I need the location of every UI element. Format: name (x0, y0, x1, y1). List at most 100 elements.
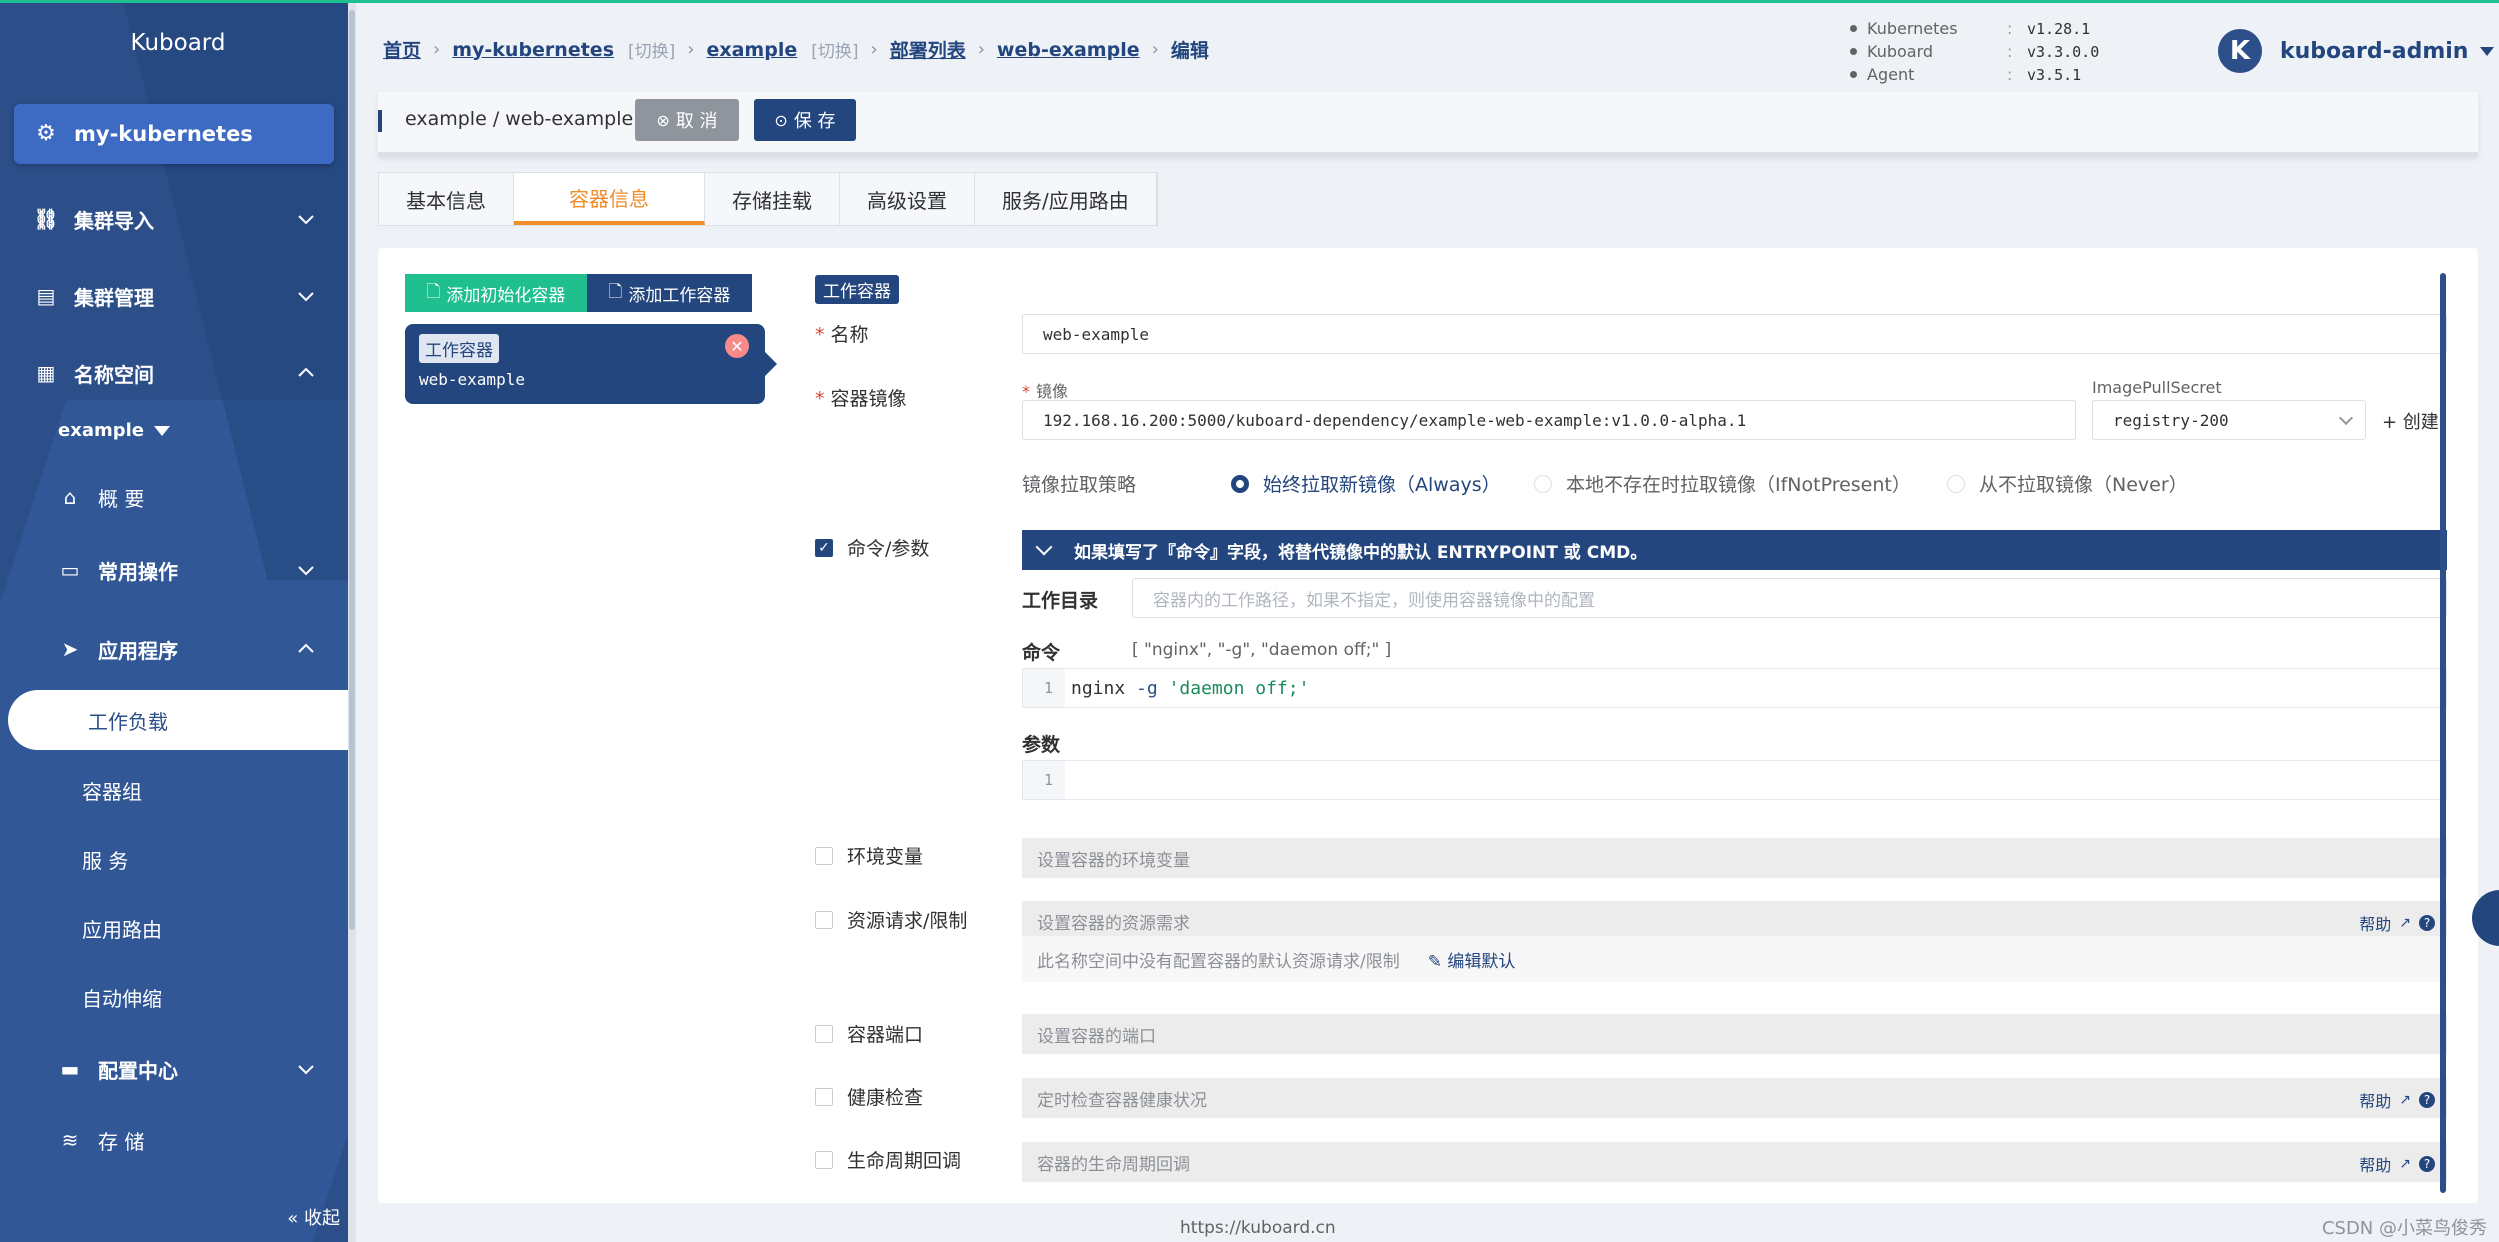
pull-secret-value: registry-200 (2113, 410, 2229, 430)
env-checkbox[interactable]: 环境变量 (815, 842, 923, 869)
help-link[interactable]: 帮助 ↗? (2359, 1152, 2435, 1176)
version-colon: : (2007, 65, 2013, 84)
external-link-icon: ↗ (2399, 1156, 2411, 1172)
tab-basic-info[interactable]: 基本信息 (379, 173, 514, 225)
chevron-right-icon: › (1151, 39, 1159, 60)
help-link[interactable]: 帮助 ↗? (2359, 911, 2435, 935)
sidebar-item-workloads[interactable]: 工作负载 (8, 690, 348, 750)
sidebar-item-storage[interactable]: ≋ 存 储 (0, 1115, 348, 1165)
banner-text: 如果填写了『命令』字段，将替代镜像中的默认 ENTRYPOINT 或 CMD。 (1074, 542, 1648, 563)
switch-namespace-link[interactable]: [切换] (811, 37, 858, 62)
code-string: 'daemon off;' (1168, 677, 1310, 699)
breadcrumb-namespace[interactable]: example (706, 39, 797, 61)
resources-checkbox[interactable]: 资源请求/限制 (815, 906, 967, 933)
sidebar-item-namespace[interactable]: ▦ 名称空间 (0, 348, 348, 398)
edit-default-link[interactable]: ✎ 编辑默认 (1428, 947, 1516, 972)
tab-service-ingress[interactable]: 服务/应用路由 (975, 173, 1157, 225)
pull-secret-select[interactable]: registry-200 (2092, 400, 2366, 440)
command-args-checkbox[interactable]: ✓ 命令/参数 (815, 534, 929, 561)
radio-circle (1231, 474, 1249, 493)
sidebar-item-services[interactable]: 服 务 (82, 845, 128, 874)
chevron-down-icon (2338, 410, 2354, 426)
sidebar-item-common-ops[interactable]: ▭ 常用操作 (0, 545, 348, 595)
sidebar-item-ingress[interactable]: 应用路由 (82, 914, 162, 943)
ports-checkbox[interactable]: 容器端口 (815, 1020, 923, 1047)
image-input[interactable]: 192.168.16.200:5000/kuboard-dependency/e… (1022, 400, 2076, 440)
name-input[interactable]: web-example (1022, 314, 2447, 354)
content-panel: 🗋 添加初始化容器 🗋 添加工作容器 工作容器 web-example ✕ 工作容器… (378, 248, 2478, 1203)
version-value: v3.5.1 (2027, 65, 2082, 84)
cancel-button[interactable]: ⊗ 取 消 (635, 99, 739, 141)
sidebar-item-cluster-manage[interactable]: ▤ 集群管理 (0, 271, 348, 321)
tab-container-info[interactable]: 容器信息 (514, 173, 705, 225)
sidebar-scrollbar[interactable] (348, 0, 356, 1242)
sidebar-item-label: 常用操作 (98, 559, 178, 584)
help-text: 帮助 (2359, 1092, 2392, 1111)
sidebar-item-apps[interactable]: ➤ 应用程序 (0, 624, 348, 674)
paper-plane-icon: ➤ (61, 637, 79, 661)
switch-cluster-link[interactable]: [切换] (628, 37, 675, 62)
name-label-text: 名称 (830, 324, 869, 346)
breadcrumb-deployments[interactable]: 部署列表 (890, 36, 966, 63)
workdir-input[interactable]: 容器内的工作路径，如果不指定，则使用容器镜像中的配置 (1132, 578, 2447, 618)
add-work-container-button[interactable]: 🗋 添加工作容器 (587, 274, 752, 312)
breadcrumb-home[interactable]: 首页 (383, 36, 421, 63)
create-secret-button[interactable]: + 创建 (2382, 408, 2439, 434)
content-scrollbar[interactable] (2440, 273, 2446, 1193)
args-editor[interactable]: 1 (1022, 760, 2447, 800)
breadcrumb: 首页 › my-kubernetes [切换] › example [切换] ›… (383, 36, 1209, 63)
namespace-select[interactable]: example (58, 420, 170, 441)
checkbox-box (815, 1024, 833, 1043)
sidebar-item-label: 配置中心 (98, 1058, 178, 1083)
pull-policy-ifnotpresent-radio[interactable]: 本地不存在时拉取镜像（IfNotPresent） (1534, 470, 1911, 497)
footer-url[interactable]: https://kuboard.cn (1180, 1218, 1336, 1238)
cluster-button[interactable]: ⚙ my-kubernetes (14, 104, 334, 164)
link-icon: ⛓ (33, 207, 59, 231)
caret-down-icon (153, 425, 170, 436)
pull-policy-never-radio[interactable]: 从不拉取镜像（Never） (1947, 470, 2188, 497)
sidebar-item-label: 名称空间 (74, 362, 154, 387)
title-accent (378, 110, 382, 132)
sidebar-scrollbar-thumb[interactable] (349, 10, 355, 930)
sidebar: Kuboard ⚙ my-kubernetes ⛓ 集群导入 ▤ 集群管理 ▦ … (0, 0, 356, 1242)
sidebar-item-config-center[interactable]: ▬ 配置中心 (0, 1044, 348, 1094)
save-button[interactable]: ⊙ 保 存 (754, 99, 856, 141)
sidebar-item-overview[interactable]: ⌂ 概 要 (0, 472, 348, 522)
user-menu[interactable]: K kuboard-admin (2218, 29, 2495, 73)
version-name: Agent (1867, 65, 1915, 84)
sidebar-item-pods[interactable]: 容器组 (82, 776, 142, 805)
breadcrumb-cluster[interactable]: my-kubernetes (452, 39, 614, 61)
health-checkbox[interactable]: 健康检查 (815, 1083, 923, 1110)
env-placeholder-bar[interactable]: 设置容器的环境变量 (1022, 838, 2447, 878)
checkbox-label: 资源请求/限制 (847, 910, 968, 932)
resources-note-text: 此名称空间中没有配置容器的默认资源请求/限制 (1037, 951, 1400, 972)
chevron-up-icon (298, 367, 314, 377)
add-init-container-button[interactable]: 🗋 添加初始化容器 (405, 274, 587, 312)
image-label: * 容器镜像 (815, 384, 907, 411)
ports-placeholder-bar[interactable]: 设置容器的端口 (1022, 1014, 2447, 1054)
sidebar-item-cluster-import[interactable]: ⛓ 集群导入 (0, 194, 348, 244)
sidebar-item-label: 集群管理 (74, 285, 154, 310)
pull-policy-always-radio[interactable]: 始终拉取新镜像（Always） (1231, 470, 1501, 497)
pull-secret-label: ImagePullSecret (2092, 378, 2222, 397)
resources-placeholder-bar[interactable]: 设置容器的资源需求 帮助 ↗? (1022, 901, 2447, 941)
collapse-sidebar-button[interactable]: « 收起 (287, 1204, 340, 1230)
breadcrumb-workload[interactable]: web-example (997, 39, 1140, 61)
command-label: 命令 (1022, 642, 1061, 664)
tab-storage-mount[interactable]: 存储挂载 (705, 173, 840, 225)
sidebar-item-autoscale[interactable]: 自动伸缩 (82, 983, 162, 1012)
help-link[interactable]: 帮助 ↗? (2359, 1088, 2435, 1112)
container-card[interactable]: 工作容器 web-example ✕ (405, 324, 777, 404)
command-banner[interactable]: 如果填写了『命令』字段，将替代镜像中的默认 ENTRYPOINT 或 CMD。 (1022, 530, 2447, 570)
lifecycle-placeholder-bar[interactable]: 容器的生命周期回调 帮助 ↗? (1022, 1142, 2447, 1182)
command-editor[interactable]: 1 nginx -g 'daemon off;' (1022, 668, 2447, 708)
external-link-icon: ↗ (2399, 1092, 2411, 1108)
tab-advanced[interactable]: 高级设置 (840, 173, 975, 225)
bullet-icon (1850, 48, 1857, 55)
health-placeholder-bar[interactable]: 定时检查容器健康状况 帮助 ↗? (1022, 1078, 2447, 1118)
close-icon[interactable]: ✕ (725, 334, 749, 358)
question-icon: ? (2419, 915, 2435, 931)
image-sub-label: * 镜像 (1022, 378, 1068, 402)
section-badge: 工作容器 (815, 275, 899, 304)
lifecycle-checkbox[interactable]: 生命周期回调 (815, 1146, 961, 1173)
